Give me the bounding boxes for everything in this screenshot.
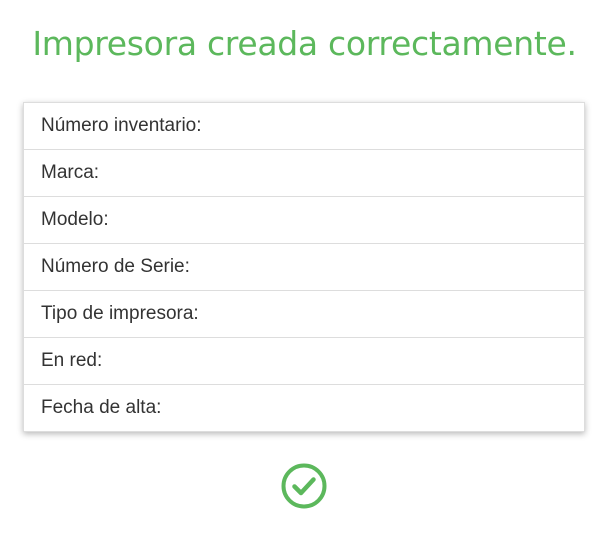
detail-label-networked: En red: (41, 350, 103, 371)
detail-label-serial-number: Número de Serie: (41, 256, 190, 277)
detail-label-brand: Marca: (41, 162, 100, 183)
check-circle-icon (281, 463, 327, 509)
detail-label-printer-type: Tipo de impresora: (41, 303, 199, 324)
page-title: Impresora creada correctamente. (32, 24, 577, 63)
detail-label-model: Modelo: (41, 209, 109, 230)
detail-label-registration-date: Fecha de alta: (41, 397, 162, 418)
detail-row-serial-number: Número de Serie: (24, 243, 584, 290)
detail-row-networked: En red: (24, 337, 584, 384)
detail-row-registration-date: Fecha de alta: (24, 384, 584, 431)
printer-details-list: Número inventario: Marca: Modelo: Número… (23, 102, 585, 432)
detail-row-printer-type: Tipo de impresora: (24, 290, 584, 337)
detail-label-inventory-number: Número inventario: (41, 115, 202, 136)
detail-row-model: Modelo: (24, 196, 584, 243)
detail-row-brand: Marca: (24, 149, 584, 196)
detail-row-inventory-number: Número inventario: (24, 103, 584, 149)
